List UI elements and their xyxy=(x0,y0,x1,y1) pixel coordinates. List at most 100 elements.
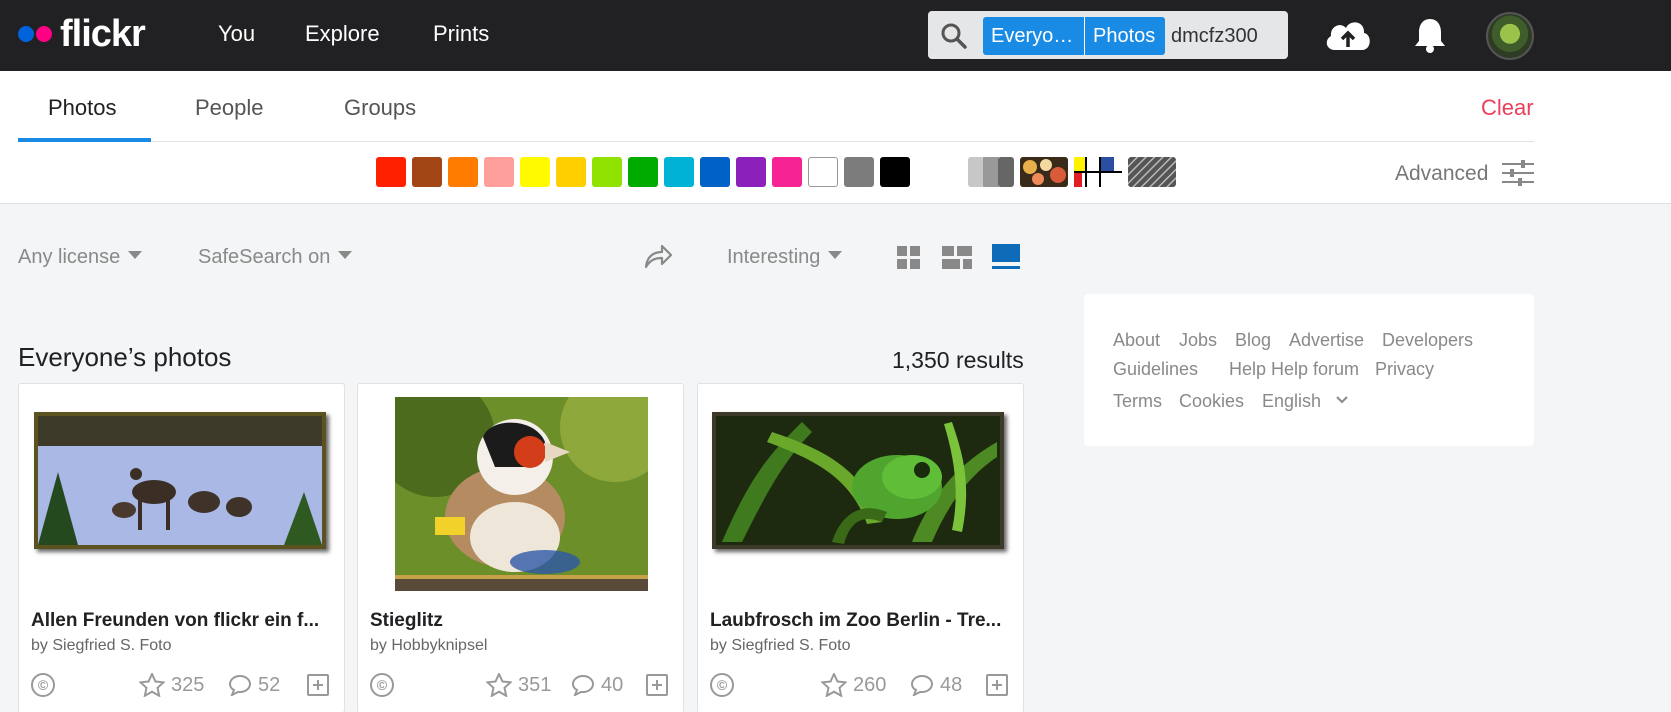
photo-title[interactable]: Laubfrosch im Zoo Berlin - Tre... xyxy=(710,609,1015,633)
search-input[interactable] xyxy=(1167,17,1282,55)
photo-author[interactable]: by Siegfried S. Foto xyxy=(710,636,851,656)
footer-link-advertise[interactable]: Advertise xyxy=(1289,328,1364,352)
photo-author[interactable]: by Hobbyknipsel xyxy=(370,636,487,656)
comments-count-value: 48 xyxy=(940,674,963,696)
large-view-icon[interactable] xyxy=(992,244,1020,270)
star-icon[interactable] xyxy=(139,673,165,697)
footer-link-terms[interactable]: Terms xyxy=(1113,389,1162,413)
clear-button[interactable]: Clear xyxy=(1481,93,1534,123)
photo-deer-in-snow[interactable] xyxy=(34,412,326,549)
color-swatch[interactable] xyxy=(628,157,658,187)
color-swatch[interactable] xyxy=(556,157,586,187)
footer-links-panel: About Jobs Blog Advertise Developers Gui… xyxy=(1084,294,1534,446)
photo-title[interactable]: Allen Freunden von flickr ein f... xyxy=(31,609,336,633)
color-swatch[interactable] xyxy=(376,157,406,187)
logo-text: flickr xyxy=(60,13,146,55)
footer-link-about[interactable]: About xyxy=(1113,328,1160,352)
photo-card[interactable]: Laubfrosch im Zoo Berlin - Tre... by Sie… xyxy=(697,383,1024,712)
star-icon[interactable] xyxy=(486,673,512,697)
photo-card-footer: © 260 48 xyxy=(698,667,1023,703)
search-type-chip[interactable]: Photos xyxy=(1085,17,1165,55)
faves-count-value: 260 xyxy=(853,674,887,696)
color-swatch[interactable] xyxy=(736,157,766,187)
comment-bubble-icon[interactable] xyxy=(910,674,934,696)
photo-card-footer: © 351 40 xyxy=(358,667,683,703)
chevron-down-icon xyxy=(128,251,143,259)
color-swatch[interactable] xyxy=(484,157,514,187)
add-to-gallery-icon[interactable] xyxy=(646,674,668,696)
photo-card-footer: © 325 52 xyxy=(19,667,344,703)
color-swatch[interactable] xyxy=(772,157,802,187)
comments-count[interactable]: 48 xyxy=(910,673,962,697)
color-swatch[interactable] xyxy=(520,157,550,187)
photo-author[interactable]: by Siegfried S. Foto xyxy=(31,636,172,656)
active-tab-indicator xyxy=(18,138,151,142)
shallow-depth-filter-icon[interactable] xyxy=(1020,157,1068,187)
language-selector[interactable]: English xyxy=(1262,389,1348,413)
flickr-logo[interactable]: flickr xyxy=(18,13,146,55)
photo-title[interactable]: Stieglitz xyxy=(370,609,675,633)
faves-count[interactable]: 325 xyxy=(139,673,204,697)
comments-count[interactable]: 52 xyxy=(228,673,280,697)
add-to-gallery-icon[interactable] xyxy=(986,674,1008,696)
footer-link-developers[interactable]: Developers xyxy=(1382,328,1473,352)
color-swatch[interactable] xyxy=(664,157,694,187)
color-swatch[interactable] xyxy=(592,157,622,187)
comments-count[interactable]: 40 xyxy=(571,673,623,697)
star-icon[interactable] xyxy=(821,673,847,697)
photo-card[interactable]: Stieglitz by Hobbyknipsel © 351 40 xyxy=(357,383,684,712)
pattern-filter-icon[interactable] xyxy=(1128,157,1176,187)
search-icon[interactable] xyxy=(940,22,968,50)
advanced-search-link[interactable]: Advanced xyxy=(1395,160,1488,188)
color-swatch[interactable] xyxy=(808,157,838,187)
faves-count-value: 325 xyxy=(171,674,205,696)
footer-link-guidelines[interactable]: Guidelines xyxy=(1113,357,1198,381)
tab-groups[interactable]: Groups xyxy=(344,93,416,123)
copyright-license-icon: © xyxy=(710,673,734,697)
black-white-filter-icon[interactable] xyxy=(968,157,1014,187)
license-filter-dropdown[interactable]: Any license xyxy=(18,244,143,270)
comment-bubble-icon[interactable] xyxy=(228,674,252,696)
footer-link-cookies[interactable]: Cookies xyxy=(1179,389,1244,413)
nav-you[interactable]: You xyxy=(218,20,255,48)
chevron-down-icon xyxy=(1336,396,1348,404)
user-avatar[interactable] xyxy=(1486,12,1534,60)
comment-bubble-icon[interactable] xyxy=(571,674,595,696)
notifications-bell-icon[interactable] xyxy=(1413,16,1447,54)
tab-photos[interactable]: Photos xyxy=(48,93,117,123)
nav-explore[interactable]: Explore xyxy=(305,20,380,48)
justified-view-icon[interactable] xyxy=(942,246,972,270)
tab-people[interactable]: People xyxy=(195,93,264,123)
faves-count[interactable]: 260 xyxy=(821,673,886,697)
add-to-gallery-icon[interactable] xyxy=(307,674,329,696)
color-swatch[interactable] xyxy=(412,157,442,187)
minimalist-filter-icon[interactable] xyxy=(1074,157,1122,187)
nav-prints[interactable]: Prints xyxy=(433,20,489,48)
advanced-settings-sliders-icon[interactable] xyxy=(1502,159,1534,187)
color-swatch[interactable] xyxy=(448,157,478,187)
search-box[interactable]: Everyo… Photos xyxy=(928,11,1288,59)
footer-link-jobs[interactable]: Jobs xyxy=(1179,328,1217,352)
footer-link-help[interactable]: Help xyxy=(1229,357,1266,381)
upload-cloud-icon[interactable] xyxy=(1323,16,1373,54)
photo-tree-frog[interactable] xyxy=(712,412,1004,549)
color-swatch[interactable] xyxy=(844,157,874,187)
photo-goldfinch[interactable] xyxy=(395,397,648,591)
footer-link-help-forum[interactable]: Help forum xyxy=(1271,357,1359,381)
sort-dropdown[interactable]: Interesting xyxy=(727,244,843,270)
color-swatch[interactable] xyxy=(880,157,910,187)
comments-count-value: 52 xyxy=(258,674,281,696)
footer-link-blog[interactable]: Blog xyxy=(1235,328,1271,352)
color-swatch[interactable] xyxy=(700,157,730,187)
search-scope-chip[interactable]: Everyo… xyxy=(983,17,1085,55)
small-grid-view-icon[interactable] xyxy=(897,246,921,270)
top-nav-bar: flickr You Explore Prints Everyo… Photos xyxy=(0,0,1671,71)
chevron-down-icon xyxy=(338,251,353,259)
share-arrow-icon[interactable] xyxy=(643,242,673,270)
copyright-license-icon: © xyxy=(31,673,55,697)
photo-card[interactable]: Allen Freunden von flickr ein f... by Si… xyxy=(18,383,345,712)
logo-pink-dot xyxy=(36,26,52,42)
safesearch-filter-dropdown[interactable]: SafeSearch on xyxy=(198,244,353,270)
footer-link-privacy[interactable]: Privacy xyxy=(1375,357,1434,381)
faves-count[interactable]: 351 xyxy=(486,673,551,697)
